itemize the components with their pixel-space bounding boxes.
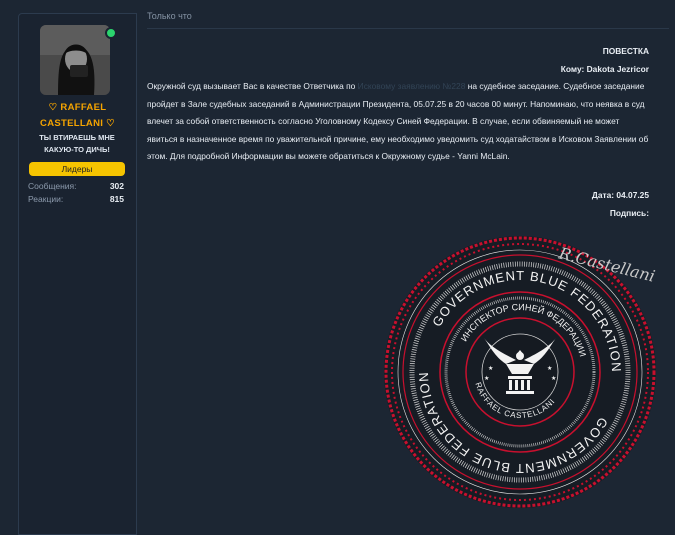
paragraph-end: на судебное заседание. Судебное заседани…: [147, 81, 649, 161]
stat-messages: Сообщения: 302: [28, 180, 124, 192]
svg-text:★: ★: [547, 365, 552, 372]
stat-label: Сообщения:: [28, 181, 77, 191]
post-heading: ПОВЕСТКА: [602, 46, 649, 56]
avatar-image: [40, 25, 110, 95]
paragraph-start: Окружной суд вызывает Вас в качестве Отв…: [147, 81, 358, 91]
stat-reactions: Реакции: 815: [28, 193, 124, 205]
stat-label: Реакции:: [28, 194, 64, 204]
avatar[interactable]: [40, 25, 110, 95]
post-signature-label: Подпись:: [609, 207, 649, 218]
post-body: ПОВЕСТКА Кому: Dakota Jezricor Окружной …: [147, 44, 649, 220]
svg-text:★: ★: [484, 375, 489, 382]
post-divider: [147, 28, 669, 29]
stat-value[interactable]: 302: [110, 180, 124, 192]
user-card: ♡ RAFFAEL CASTELLANI ♡ ТЫ ВТИРАЕШЬ МНЕ К…: [18, 13, 137, 535]
post-timestamp[interactable]: Только что: [147, 11, 192, 21]
rank-badge: Лидеры: [29, 162, 125, 176]
svg-text:★: ★: [488, 365, 493, 372]
post-date: Дата: 04.07.25: [591, 189, 649, 200]
stat-value[interactable]: 815: [110, 193, 124, 205]
username[interactable]: ♡ RAFFAEL CASTELLANI ♡: [19, 100, 136, 132]
post-recipient: Кому: Dakota Jezricor: [560, 64, 649, 74]
forum-post: ♡ RAFFAEL CASTELLANI ♡ ТЫ ВТИРАЕШЬ МНЕ К…: [0, 0, 675, 535]
post-paragraph: Окружной суд вызывает Вас в качестве Отв…: [147, 78, 649, 166]
official-seal: GOVERNMENT BLUE FEDERATION GOVERNMENT BL…: [384, 236, 657, 508]
svg-text:★: ★: [551, 375, 556, 382]
user-title: ТЫ ВТИРАЕШЬ МНЕ КАКУЮ-ТО ДИЧЬ!: [39, 133, 115, 154]
online-status-dot: [105, 27, 117, 39]
lawsuit-link[interactable]: Исковому заявлению №228: [358, 81, 466, 91]
